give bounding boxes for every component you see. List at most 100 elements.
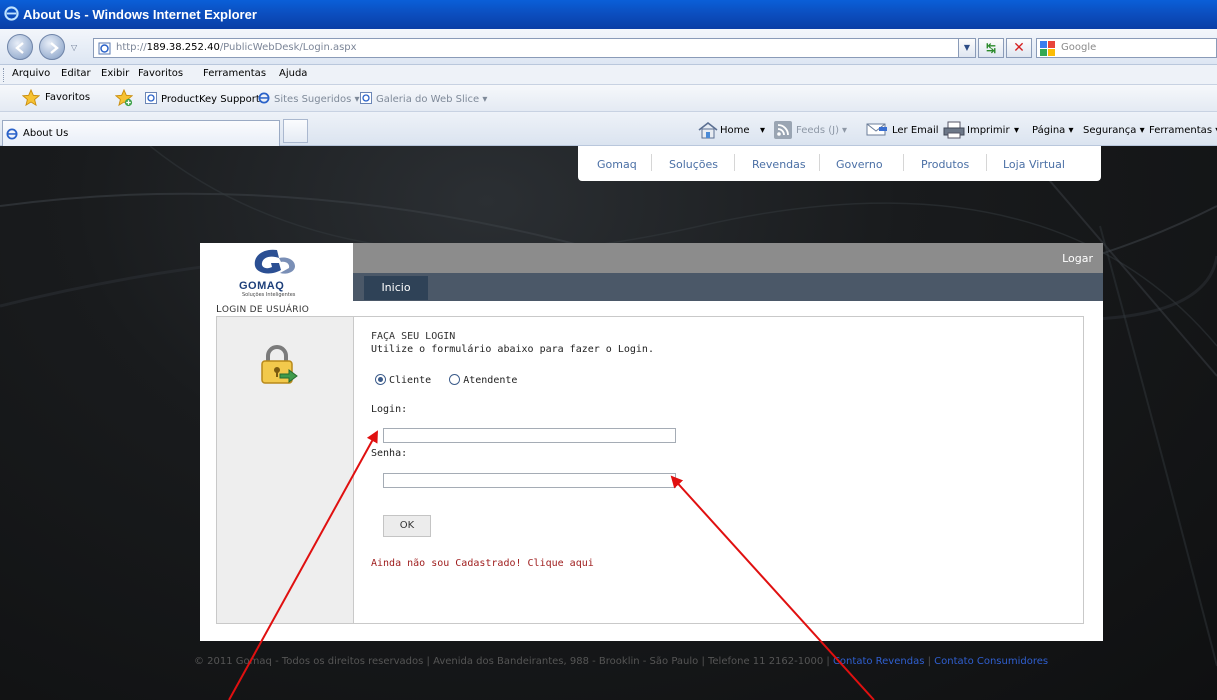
stop-button[interactable]: ✕ (1006, 38, 1032, 58)
tab-command-bar: About Us Home ▾ Feeds (J) ▾ Ler Email Im… (0, 112, 1217, 146)
stop-icon: ✕ (1013, 40, 1025, 56)
radio-cliente-label[interactable]: Cliente (389, 375, 431, 386)
nav-separator (819, 154, 820, 171)
internet-explorer-icon (4, 6, 19, 21)
tab-inicio[interactable]: Inicio (364, 276, 428, 300)
google-icon (1040, 41, 1055, 56)
web-page: Gomaq Soluções Revendas Governo Produtos… (0, 146, 1217, 700)
nav-separator (903, 154, 904, 171)
radio-atendente[interactable] (449, 374, 461, 385)
window-title: About Us - Windows Internet Explorer (23, 7, 257, 22)
ie-icon (6, 128, 18, 140)
nav-separator (734, 154, 735, 171)
fav-galeria-web-slice-label: Galeria do Web Slice ▾ (376, 94, 488, 105)
search-placeholder: Google (1061, 42, 1097, 53)
footer-text: © 2011 Gomaq - Todos os direitos reserva… (194, 656, 830, 667)
lock-icon (261, 345, 298, 384)
menu-ferramentas[interactable]: Ferramentas (203, 68, 266, 79)
feeds-icon (774, 121, 792, 139)
form-title: FAÇA SEU LOGIN (371, 331, 456, 342)
url-host: 189.38.252.40 (146, 42, 220, 53)
menu-editar[interactable]: Editar (61, 68, 91, 79)
url-path: /PublicWebDesk/Login.aspx (219, 42, 357, 53)
contact-resellers-link[interactable]: Contato Revendas (833, 656, 924, 667)
gomaq-logo[interactable]: GOMAQ Soluções Inteligentes (200, 243, 353, 303)
forward-button[interactable] (39, 34, 65, 60)
new-tab-button[interactable] (283, 119, 308, 143)
nav-solucoes[interactable]: Soluções (669, 158, 718, 171)
read-mail-button[interactable]: Ler Email (892, 125, 939, 136)
site-top-nav: Gomaq Soluções Revendas Governo Produtos… (578, 146, 1101, 181)
menu-favoritos[interactable]: Favoritos (138, 68, 183, 79)
recent-pages-dropdown-icon[interactable]: ▽ (71, 43, 77, 52)
nav-revendas[interactable]: Revendas (752, 158, 806, 171)
contact-consumers-link[interactable]: Contato Consumidores (934, 656, 1048, 667)
forward-arrow-icon (50, 42, 59, 54)
user-type-radio-group: Cliente Atendente (375, 374, 517, 386)
login-input[interactable] (383, 428, 676, 443)
radio-atendente-label[interactable]: Atendente (463, 375, 517, 386)
login-form: FAÇA SEU LOGIN Utilize o formulário abai… (371, 317, 1071, 617)
fav-productkey-support-label: ProductKey Support (161, 94, 260, 105)
toolbar-grip (3, 68, 6, 82)
login-panel: FAÇA SEU LOGIN Utilize o formulário abai… (216, 316, 1084, 624)
menu-arquivo[interactable]: Arquivo (12, 68, 50, 79)
nav-produtos[interactable]: Produtos (921, 158, 969, 171)
login-card: GOMAQ Soluções Inteligentes Logar Inicio… (200, 243, 1103, 641)
nav-gomaq[interactable]: Gomaq (597, 158, 637, 171)
ok-button[interactable]: OK (383, 515, 431, 537)
print-dropdown-icon[interactable]: ▾ (1014, 125, 1019, 136)
home-dropdown-icon[interactable]: ▾ (760, 125, 765, 136)
ie-page-icon (360, 92, 372, 104)
nav-governo[interactable]: Governo (836, 158, 883, 171)
nav-separator (651, 154, 652, 171)
tab-about-us[interactable]: About Us (2, 120, 280, 146)
logar-link[interactable]: Logar (1062, 252, 1093, 265)
feeds-button[interactable]: Feeds (J) (796, 125, 839, 136)
home-icon[interactable] (697, 121, 719, 139)
address-row: ▽ http://189.38.252.40/PublicWebDesk/Log… (0, 29, 1217, 65)
refresh-icon: ↹ (985, 41, 997, 55)
tab-label: About Us (23, 128, 69, 139)
fav-sites-sugeridos-label: Sites Sugeridos ▾ (274, 94, 360, 105)
printer-icon (943, 121, 965, 139)
panel-sidebar (217, 317, 354, 623)
fav-sites-sugeridos[interactable]: Sites Sugeridos ▾ (258, 92, 360, 105)
logo-tagline: Soluções Inteligentes (242, 292, 296, 298)
register-link[interactable]: Ainda não sou Cadastrado! Clique aqui (371, 558, 594, 569)
feeds-dropdown-icon[interactable]: ▾ (842, 125, 847, 136)
search-input[interactable]: Google (1036, 38, 1217, 58)
page-menu-button[interactable]: Página ▾ (1032, 125, 1074, 136)
card-tabs: Inicio (353, 273, 1103, 301)
back-button[interactable] (7, 34, 33, 60)
print-button[interactable]: Imprimir (967, 125, 1010, 136)
home-button[interactable]: Home (720, 125, 750, 136)
add-to-favorites-icon[interactable] (115, 89, 133, 107)
favorites-star-icon (22, 89, 40, 107)
security-menu-button[interactable]: Segurança ▾ (1083, 125, 1145, 136)
radio-cliente[interactable] (375, 374, 386, 385)
fav-galeria-web-slice[interactable]: Galeria do Web Slice ▾ (360, 92, 487, 105)
menu-exibir[interactable]: Exibir (101, 68, 129, 79)
password-label: Senha: (371, 448, 408, 459)
address-dropdown-button[interactable]: ▼ (958, 38, 976, 58)
login-label: Login: (371, 404, 408, 415)
address-bar[interactable]: http://189.38.252.40/PublicWebDesk/Login… (93, 38, 976, 58)
password-input[interactable] (383, 473, 676, 488)
nav-loja-virtual[interactable]: Loja Virtual (1003, 158, 1065, 171)
card-header: Logar (353, 243, 1103, 273)
address-url[interactable]: http://189.38.252.40/PublicWebDesk/Login… (116, 42, 357, 53)
mail-icon (866, 123, 887, 136)
tools-menu-button[interactable]: Ferramentas ▾ (1149, 125, 1217, 136)
logo-wordmark: GOMAQ (239, 280, 285, 292)
fav-productkey-support[interactable]: ProductKey Support (145, 92, 260, 105)
section-label-rest: OGIN DE USUÁRIO (221, 305, 310, 315)
favorites-button[interactable]: Favoritos (45, 92, 90, 103)
refresh-button[interactable]: ↹ (978, 38, 1004, 58)
favorites-bar: Favoritos ProductKey Support Sites Suger… (0, 85, 1217, 112)
nav-separator (986, 154, 987, 171)
menu-ajuda[interactable]: Ajuda (279, 68, 307, 79)
section-label: LOGIN DE USUÁRIO (216, 304, 309, 315)
gomaq-logo-icon (254, 249, 295, 274)
page-icon (98, 42, 111, 55)
